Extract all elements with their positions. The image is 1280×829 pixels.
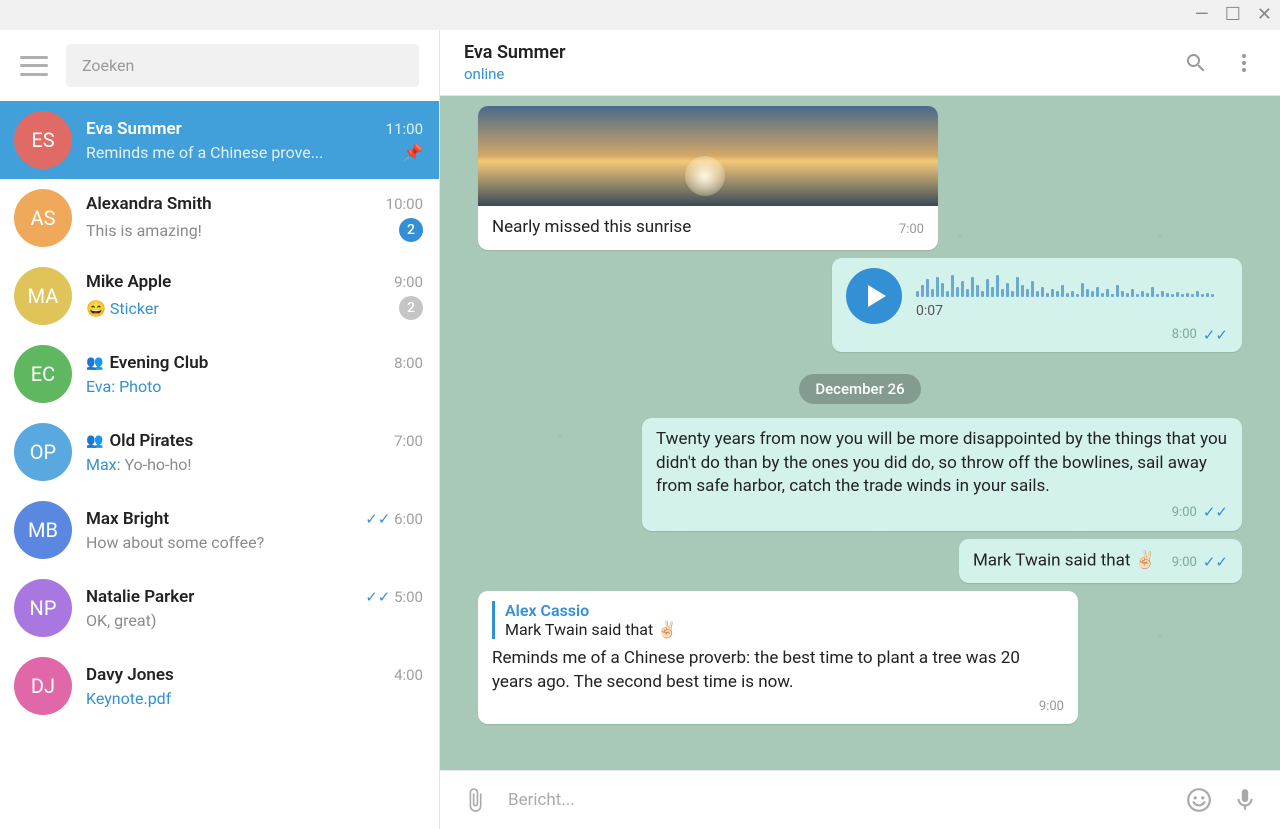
reply-preview[interactable]: Alex Cassio Mark Twain said that ✌🏻 [492,601,1064,639]
message-area: Nearly missed this sunrise 7:00 0:07 8:0… [440,96,1280,770]
chat-time: 9:00 [394,273,423,291]
chat-list-item[interactable]: DJ Davy Jones 4:00 Keynote.pdf [0,647,439,725]
chat-preview: Max: Yo-ho-ho! [86,455,192,474]
message-time: 8:00 [1172,327,1197,342]
chat-name: Natalie Parker [86,587,194,607]
avatar: ES [14,111,72,169]
chat-header: Eva Summer online [440,30,1280,96]
chat-list-item[interactable]: AS Alexandra Smith 10:00 This is amazing! 2 [0,179,439,257]
chat-preview: Keynote.pdf [86,689,171,708]
chat-list-item[interactable]: MA Mike Apple 9:00 😄 Sticker 2 [0,257,439,335]
search-input[interactable]: Zoeken [66,44,419,87]
message-time: 9:00 [492,699,1064,714]
chat-time: 6:00 [394,510,423,528]
play-button[interactable] [846,268,902,324]
chat-status: online [464,65,1184,83]
chat-time: 7:00 [394,432,423,450]
avatar: DJ [14,657,72,715]
read-ticks-icon: ✓✓ [1203,503,1228,521]
chat-preview: 😄 Sticker [86,299,159,318]
chat-time: 5:00 [394,588,423,606]
close-icon[interactable]: ✕ [1257,6,1272,24]
message-text: Reminds me of a Chinese proverb: the bes… [492,647,1064,695]
chat-name: Alexandra Smith [86,194,212,214]
message-out[interactable]: Mark Twain said that ✌🏻 9:00 ✓✓ [478,539,1242,583]
chat-title[interactable]: Eva Summer [464,42,1184,63]
chat-preview: How about some coffee? [86,533,264,552]
chat-list: ES Eva Summer 11:00 Reminds me of a Chinese… [0,101,439,829]
chat-preview: Eva: Photo [86,377,161,396]
chat-list-item[interactable]: NP Natalie Parker ✓✓ 5:00 OK, great) [0,569,439,647]
message-photo[interactable]: Nearly missed this sunrise 7:00 [478,106,1242,250]
chat-list-item[interactable]: OP 👥 Old Pirates 7:00 Max: Yo-ho-ho! [0,413,439,491]
avatar: MB [14,501,72,559]
chat-name: 👥 Old Pirates [86,431,193,451]
avatar: NP [14,579,72,637]
avatar: MA [14,267,72,325]
chat-name: Mike Apple [86,272,171,292]
message-time: 7:00 [899,222,924,237]
main-panel: Eva Summer online Nearly missed this sun… [440,30,1280,829]
photo-caption-text: Nearly missed this sunrise [492,216,691,240]
chat-preview: Reminds me of a Chinese prove... [86,143,323,162]
message-out[interactable]: Twenty years from now you will be more d… [478,418,1242,531]
photo-thumbnail[interactable] [478,106,938,206]
avatar: EC [14,345,72,403]
more-icon[interactable] [1232,51,1256,75]
minimize-icon[interactable]: — [1195,6,1209,24]
unread-badge: 2 [399,218,423,242]
reply-text: Mark Twain said that ✌🏻 [505,620,1064,639]
group-icon: 👥 [86,433,103,449]
unread-badge: 2 [399,296,423,320]
message-time: 9:00 [1172,505,1197,520]
reply-sender: Alex Cassio [505,601,1064,620]
chat-time: 8:00 [394,354,423,372]
read-ticks-icon: ✓✓ [365,510,390,528]
chat-time: 4:00 [394,666,423,684]
chat-preview: OK, great) [86,611,156,630]
read-ticks-icon: ✓✓ [1203,326,1228,344]
chat-list-item[interactable]: EC 👥 Evening Club 8:00 Eva: Photo [0,335,439,413]
message-input[interactable]: Bericht... [508,790,1166,810]
chat-time: 10:00 [386,195,423,213]
chat-name: 👥 Evening Club [86,353,208,373]
read-ticks-icon: ✓✓ [365,588,390,606]
chat-list-item[interactable]: MB Max Bright ✓✓ 6:00 How about some coffee… [0,491,439,569]
chat-time: 11:00 [386,120,423,138]
chat-name: Max Bright [86,509,169,529]
pin-icon: 📌 [403,143,423,162]
maximize-icon[interactable]: ☐ [1225,6,1241,24]
microphone-icon[interactable] [1232,787,1258,813]
message-text: Mark Twain said that ✌🏻 [973,551,1156,571]
emoji-icon[interactable] [1186,787,1212,813]
sidebar: Zoeken ES Eva Summer 11:00 Reminds me of a … [0,30,440,829]
message-text: Twenty years from now you will be more d… [656,428,1228,499]
chat-preview: This is amazing! [86,221,202,240]
message-reply[interactable]: Alex Cassio Mark Twain said that ✌🏻 Remi… [478,591,1242,724]
message-voice[interactable]: 0:07 8:00 ✓✓ [478,258,1242,352]
read-ticks-icon: ✓✓ [1203,553,1228,571]
chat-list-item[interactable]: ES Eva Summer 11:00 Reminds me of a Chinese… [0,101,439,179]
composer: Bericht... [440,770,1280,829]
chat-name: Davy Jones [86,665,174,685]
waveform-icon[interactable] [916,273,1228,297]
group-icon: 👥 [86,355,103,371]
message-time: 9:00 [1172,555,1197,570]
voice-duration: 0:07 [916,303,1228,319]
avatar: AS [14,189,72,247]
chat-name: Eva Summer [86,119,182,139]
avatar: OP [14,423,72,481]
search-icon[interactable] [1184,51,1208,75]
menu-button[interactable] [20,56,48,76]
attach-icon[interactable] [462,787,488,813]
window-titlebar: — ☐ ✕ [0,0,1280,30]
